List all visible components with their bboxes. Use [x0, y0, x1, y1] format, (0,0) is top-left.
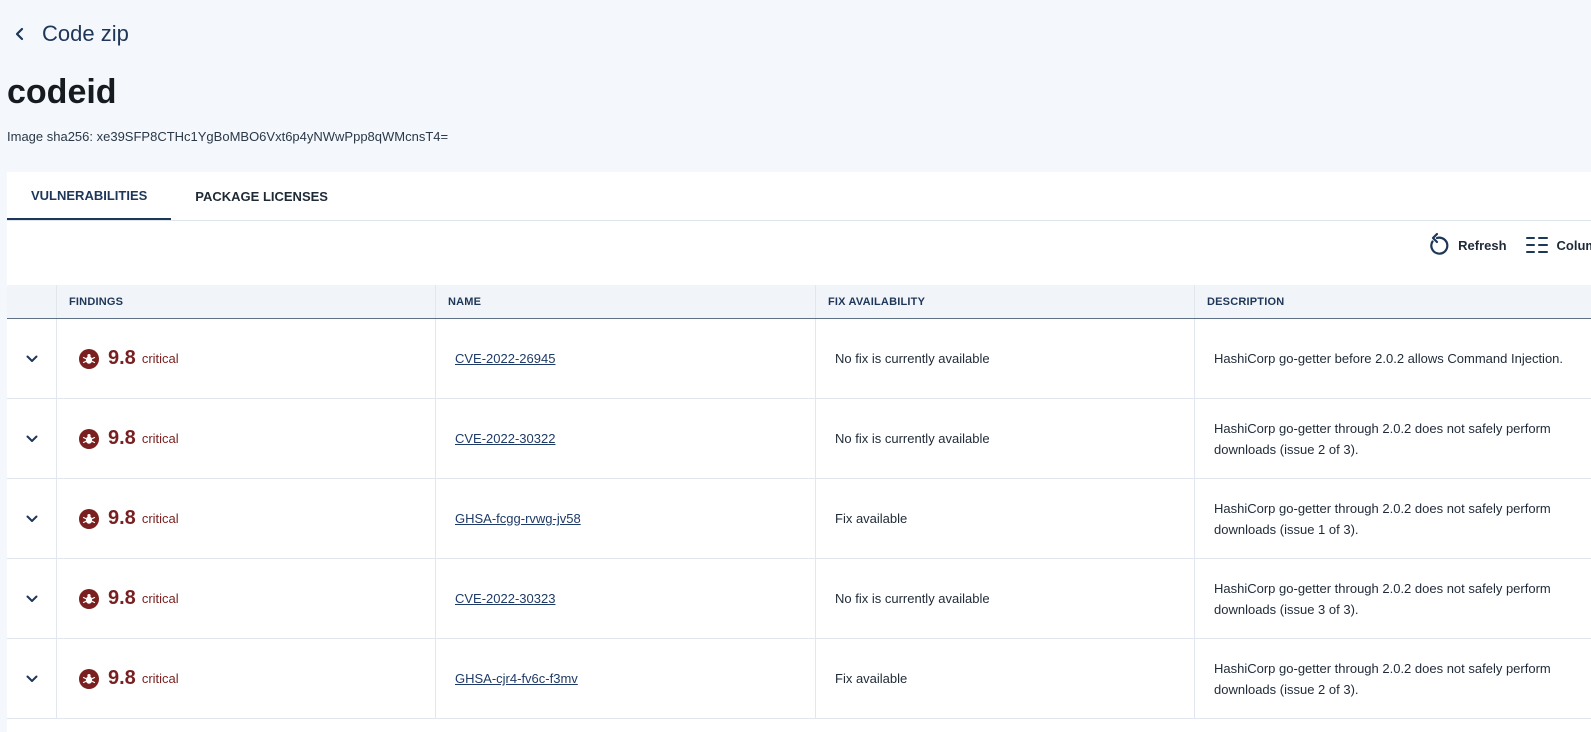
header-description[interactable]: DESCRIPTION: [1194, 285, 1591, 318]
description-text: HashiCorp go-getter through 2.0.2 does n…: [1214, 660, 1551, 697]
fix-availability-cell: No fix is currently available: [815, 559, 1194, 638]
name-cell: CVE-2022-26945: [435, 319, 815, 398]
fix-availability-text: Fix available: [835, 511, 908, 526]
columns-button[interactable]: Colum: [1525, 234, 1591, 256]
description-cell: HashiCorp go-getter before 2.0.2 allows …: [1194, 319, 1591, 398]
description-cell: HashiCorp go-getter through 2.0.2 does n…: [1194, 639, 1591, 718]
expand-button[interactable]: [7, 479, 56, 558]
bug-icon: [79, 508, 99, 529]
top-bar: Code zip: [0, 14, 129, 54]
findings-cell: 9.8 critical: [56, 399, 435, 478]
chevron-down-icon: [26, 595, 37, 602]
fix-availability-cell: No fix is currently available: [815, 319, 1194, 398]
description-cell: HashiCorp go-getter through 2.0.2 does n…: [1194, 479, 1591, 558]
fix-availability-cell: Fix available: [815, 479, 1194, 558]
vulnerability-link[interactable]: CVE-2022-26945: [455, 351, 555, 366]
severity-score: 9.8: [108, 347, 136, 369]
tab-vulnerabilities[interactable]: VULNERABILITIES: [7, 172, 172, 220]
expand-button[interactable]: [7, 559, 56, 638]
table-toolbar: Refresh Colum: [1426, 232, 1591, 258]
severity-score: 9.8: [108, 587, 136, 609]
table-row: 9.8 critical CVE-2022-26945 No fix is cu…: [7, 319, 1591, 399]
fix-availability-cell: Fix available: [815, 639, 1194, 718]
description-text: HashiCorp go-getter through 2.0.2 does n…: [1214, 500, 1551, 537]
name-cell: GHSA-cjr4-fv6c-f3mv: [435, 639, 815, 718]
columns-icon: [1525, 237, 1548, 253]
vulnerability-link[interactable]: CVE-2022-30323: [455, 591, 555, 606]
severity-label: critical: [141, 431, 179, 446]
name-cell: CVE-2022-30322: [435, 399, 815, 478]
expand-button[interactable]: [7, 399, 56, 478]
severity-score: 9.8: [108, 427, 136, 449]
description-cell: HashiCorp go-getter through 2.0.2 does n…: [1194, 559, 1591, 638]
severity-score: 9.8: [108, 507, 136, 529]
content-panel: VULNERABILITIES PACKAGE LICENSES Refresh…: [7, 172, 1591, 732]
refresh-button[interactable]: Refresh: [1426, 232, 1507, 258]
tab-bar: VULNERABILITIES PACKAGE LICENSES: [7, 172, 1591, 221]
header-findings[interactable]: FINDINGS: [56, 285, 435, 318]
severity-label: critical: [141, 591, 179, 606]
findings-cell: 9.8 critical: [56, 479, 435, 558]
vulnerability-link[interactable]: GHSA-cjr4-fv6c-f3mv: [455, 671, 578, 686]
expand-button[interactable]: [7, 639, 56, 718]
chevron-down-icon: [26, 675, 37, 682]
chevron-down-icon: [26, 355, 37, 362]
header-name[interactable]: NAME: [435, 285, 815, 318]
name-cell: GHSA-fcgg-rvwg-jv58: [435, 479, 815, 558]
fix-availability-text: Fix available: [835, 671, 908, 686]
table-header: FINDINGS NAME FIX AVAILABILITY DESCRIPTI…: [7, 285, 1591, 319]
header-fix-availability[interactable]: FIX AVAILABILITY: [815, 285, 1194, 318]
columns-label: Colum: [1556, 237, 1591, 253]
back-title: Code zip: [42, 21, 129, 46]
fix-availability-text: No fix is currently available: [835, 351, 990, 366]
chevron-left-icon: [15, 27, 24, 41]
vulnerability-link[interactable]: GHSA-fcgg-rvwg-jv58: [455, 511, 581, 526]
bug-icon: [79, 588, 99, 609]
chevron-down-icon: [26, 515, 37, 522]
severity-label: critical: [141, 511, 179, 526]
table-body: 9.8 critical CVE-2022-26945 No fix is cu…: [7, 319, 1591, 719]
fix-availability-text: No fix is currently available: [835, 431, 990, 446]
table-row: 9.8 critical CVE-2022-30322 No fix is cu…: [7, 399, 1591, 479]
table-row: 9.8 critical CVE-2022-30323 No fix is cu…: [7, 559, 1591, 639]
expand-button[interactable]: [7, 319, 56, 398]
findings-cell: 9.8 critical: [56, 559, 435, 638]
refresh-icon: [1430, 232, 1449, 255]
fix-availability-text: No fix is currently available: [835, 591, 990, 606]
description-text: HashiCorp go-getter through 2.0.2 does n…: [1214, 580, 1551, 617]
table-row: 9.8 critical GHSA-cjr4-fv6c-f3mv Fix ava…: [7, 639, 1591, 719]
severity-label: critical: [141, 671, 179, 686]
header-expand: [7, 285, 56, 318]
fix-availability-cell: No fix is currently available: [815, 399, 1194, 478]
page-title: codeid: [7, 73, 117, 111]
name-cell: CVE-2022-30323: [435, 559, 815, 638]
severity-label: critical: [141, 351, 179, 366]
description-text: HashiCorp go-getter before 2.0.2 allows …: [1214, 351, 1564, 366]
findings-table: FINDINGS NAME FIX AVAILABILITY DESCRIPTI…: [7, 285, 1591, 719]
description-cell: HashiCorp go-getter through 2.0.2 does n…: [1194, 399, 1591, 478]
description-text: HashiCorp go-getter through 2.0.2 does n…: [1214, 420, 1551, 457]
chevron-down-icon: [26, 435, 37, 442]
refresh-label: Refresh: [1458, 237, 1507, 253]
back-button[interactable]: [0, 14, 40, 54]
vulnerability-link[interactable]: CVE-2022-30322: [455, 431, 555, 446]
bug-icon: [79, 428, 99, 449]
table-row: 9.8 critical GHSA-fcgg-rvwg-jv58 Fix ava…: [7, 479, 1591, 559]
image-sha: Image sha256: xe39SFP8CTHc1YgBoMBO6Vxt6p…: [7, 129, 449, 144]
findings-cell: 9.8 critical: [56, 319, 435, 398]
severity-score: 9.8: [108, 667, 136, 689]
tab-package-licenses[interactable]: PACKAGE LICENSES: [171, 172, 352, 220]
bug-icon: [79, 668, 99, 689]
bug-icon: [79, 348, 99, 369]
findings-cell: 9.8 critical: [56, 639, 435, 718]
